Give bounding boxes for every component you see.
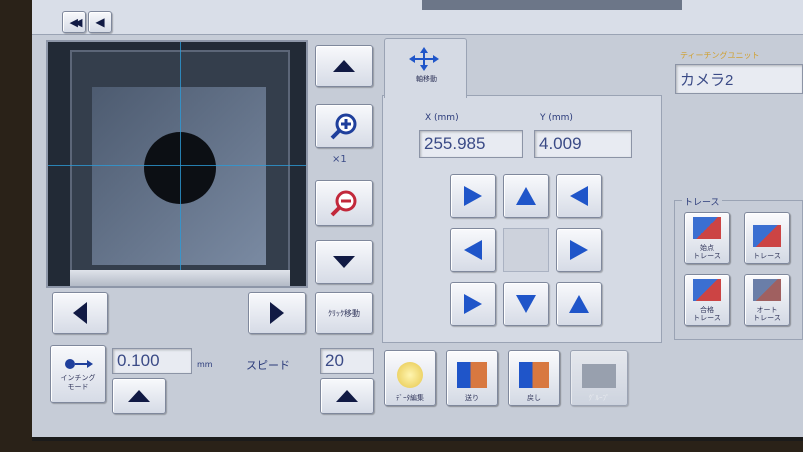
pass-trace-button[interactable]: 合格 トレース — [684, 274, 730, 326]
inching-unit: mm — [197, 360, 213, 369]
click-move-label: ｸﾘｯｸ移動 — [328, 308, 360, 318]
top-dark-band — [422, 0, 682, 10]
move-down-left-button[interactable] — [450, 282, 496, 326]
trace-item-label: トレース — [753, 251, 781, 260]
arrow-up-right-icon — [570, 186, 588, 206]
data-edit-button[interactable]: ﾃﾞｰﾀ編集 — [384, 350, 436, 406]
zoom-in-button[interactable] — [315, 104, 373, 148]
auto-trace-icon — [753, 278, 781, 301]
camera-up-button[interactable] — [315, 45, 373, 87]
click-move-button[interactable]: ｸﾘｯｸ移動 — [315, 292, 373, 334]
camera-down-button[interactable] — [315, 240, 373, 284]
arrow-up-icon — [336, 390, 358, 402]
app-screen: ◀◀ ◀ ×1 ｸﾘｯｸ移動 軸移動 X (mm) Y (mm) 255.985… — [32, 0, 803, 441]
data-edit-label: ﾃﾞｰﾀ編集 — [396, 393, 424, 402]
crosshair-horizontal — [48, 165, 306, 166]
arrow-right-blue-icon — [570, 240, 588, 260]
arrow-down-left-icon — [464, 294, 482, 314]
x-label: X (mm) — [425, 113, 459, 123]
auto-trace-button[interactable]: オート トレース — [744, 274, 790, 326]
arrow-down-blue-icon — [516, 295, 536, 313]
trace-item-label: 始点 トレース — [693, 243, 721, 260]
camera-view — [46, 40, 308, 288]
axis-tab-label: 軸移動 — [416, 75, 437, 83]
trace-icon — [693, 216, 721, 239]
speed-value-field[interactable]: 20 — [320, 348, 374, 374]
arrow-right-icon — [270, 302, 284, 324]
teaching-label: ティーチングユニット — [680, 51, 760, 60]
trace-icon — [693, 278, 721, 301]
move-up-right-button[interactable] — [556, 174, 602, 218]
move-arrows-icon — [409, 47, 439, 71]
data-edit-icon — [397, 361, 423, 388]
back-icon: ◀ — [95, 15, 105, 29]
rewind-icon: ◀◀ — [69, 15, 83, 29]
move-up-button[interactable] — [503, 174, 549, 218]
move-right-button[interactable] — [556, 228, 602, 272]
group-button-disabled[interactable]: ｸﾞﾙｰﾌﾟ — [570, 350, 628, 406]
arrow-up-left-icon — [464, 186, 482, 206]
arrow-left-blue-icon — [464, 240, 482, 260]
back-button[interactable]: ◀ — [88, 11, 112, 33]
zoom-out-icon — [330, 190, 357, 217]
move-down-right-button[interactable] — [556, 282, 602, 326]
arrow-down-right-icon — [569, 295, 589, 313]
zoom-out-button[interactable] — [315, 180, 373, 226]
trace-item-label: オート トレース — [753, 305, 781, 322]
inching-mode-label: インチング モード — [60, 374, 96, 391]
start-trace-button[interactable]: 始点 トレース — [684, 212, 730, 264]
return-icon — [519, 361, 549, 388]
group-label: ｸﾞﾙｰﾌﾟ — [588, 393, 610, 402]
return-button[interactable]: 戻し — [508, 350, 560, 406]
send-label: 送り — [465, 393, 479, 402]
inching-value-field[interactable]: 0.100 — [112, 348, 192, 374]
top-toolbar: ◀◀ ◀ — [32, 0, 803, 35]
inching-mode-button[interactable]: インチング モード — [50, 345, 106, 403]
pad-center — [503, 228, 549, 272]
axis-tab[interactable]: 軸移動 — [384, 38, 467, 98]
rewind-button[interactable]: ◀◀ — [62, 11, 86, 33]
zoom-level: ×1 — [332, 154, 347, 165]
return-label: 戻し — [527, 393, 541, 402]
arrow-up-icon — [128, 390, 150, 402]
x-value-field: 255.985 — [419, 130, 523, 158]
send-icon — [457, 361, 487, 388]
trace-button[interactable]: トレース — [744, 212, 790, 264]
trace-icon — [753, 224, 781, 247]
camera-right-button[interactable] — [248, 292, 306, 334]
teaching-select[interactable]: カメラ2 — [675, 64, 803, 94]
move-down-button[interactable] — [503, 282, 549, 326]
send-button[interactable]: 送り — [446, 350, 498, 406]
arrow-up-blue-icon — [516, 187, 536, 205]
move-left-button[interactable] — [450, 228, 496, 272]
arrow-up-icon — [333, 60, 355, 72]
arrow-left-icon — [73, 302, 87, 324]
y-label: Y (mm) — [540, 113, 573, 123]
group-icon — [582, 363, 616, 388]
inching-icon — [65, 359, 93, 370]
inching-up-button[interactable] — [112, 378, 166, 414]
camera-left-button[interactable] — [52, 292, 108, 334]
crosshair-vertical — [180, 42, 181, 286]
move-up-left-button[interactable] — [450, 174, 496, 218]
camera-bottom-strip — [70, 270, 290, 286]
speed-label: スピード — [246, 359, 290, 372]
arrow-down-icon — [333, 256, 355, 268]
trace-item-label: 合格 トレース — [693, 305, 721, 322]
y-value-field: 4.009 — [534, 130, 632, 158]
trace-label: トレース — [682, 195, 722, 208]
zoom-in-icon — [330, 113, 357, 140]
speed-up-button[interactable] — [320, 378, 374, 414]
